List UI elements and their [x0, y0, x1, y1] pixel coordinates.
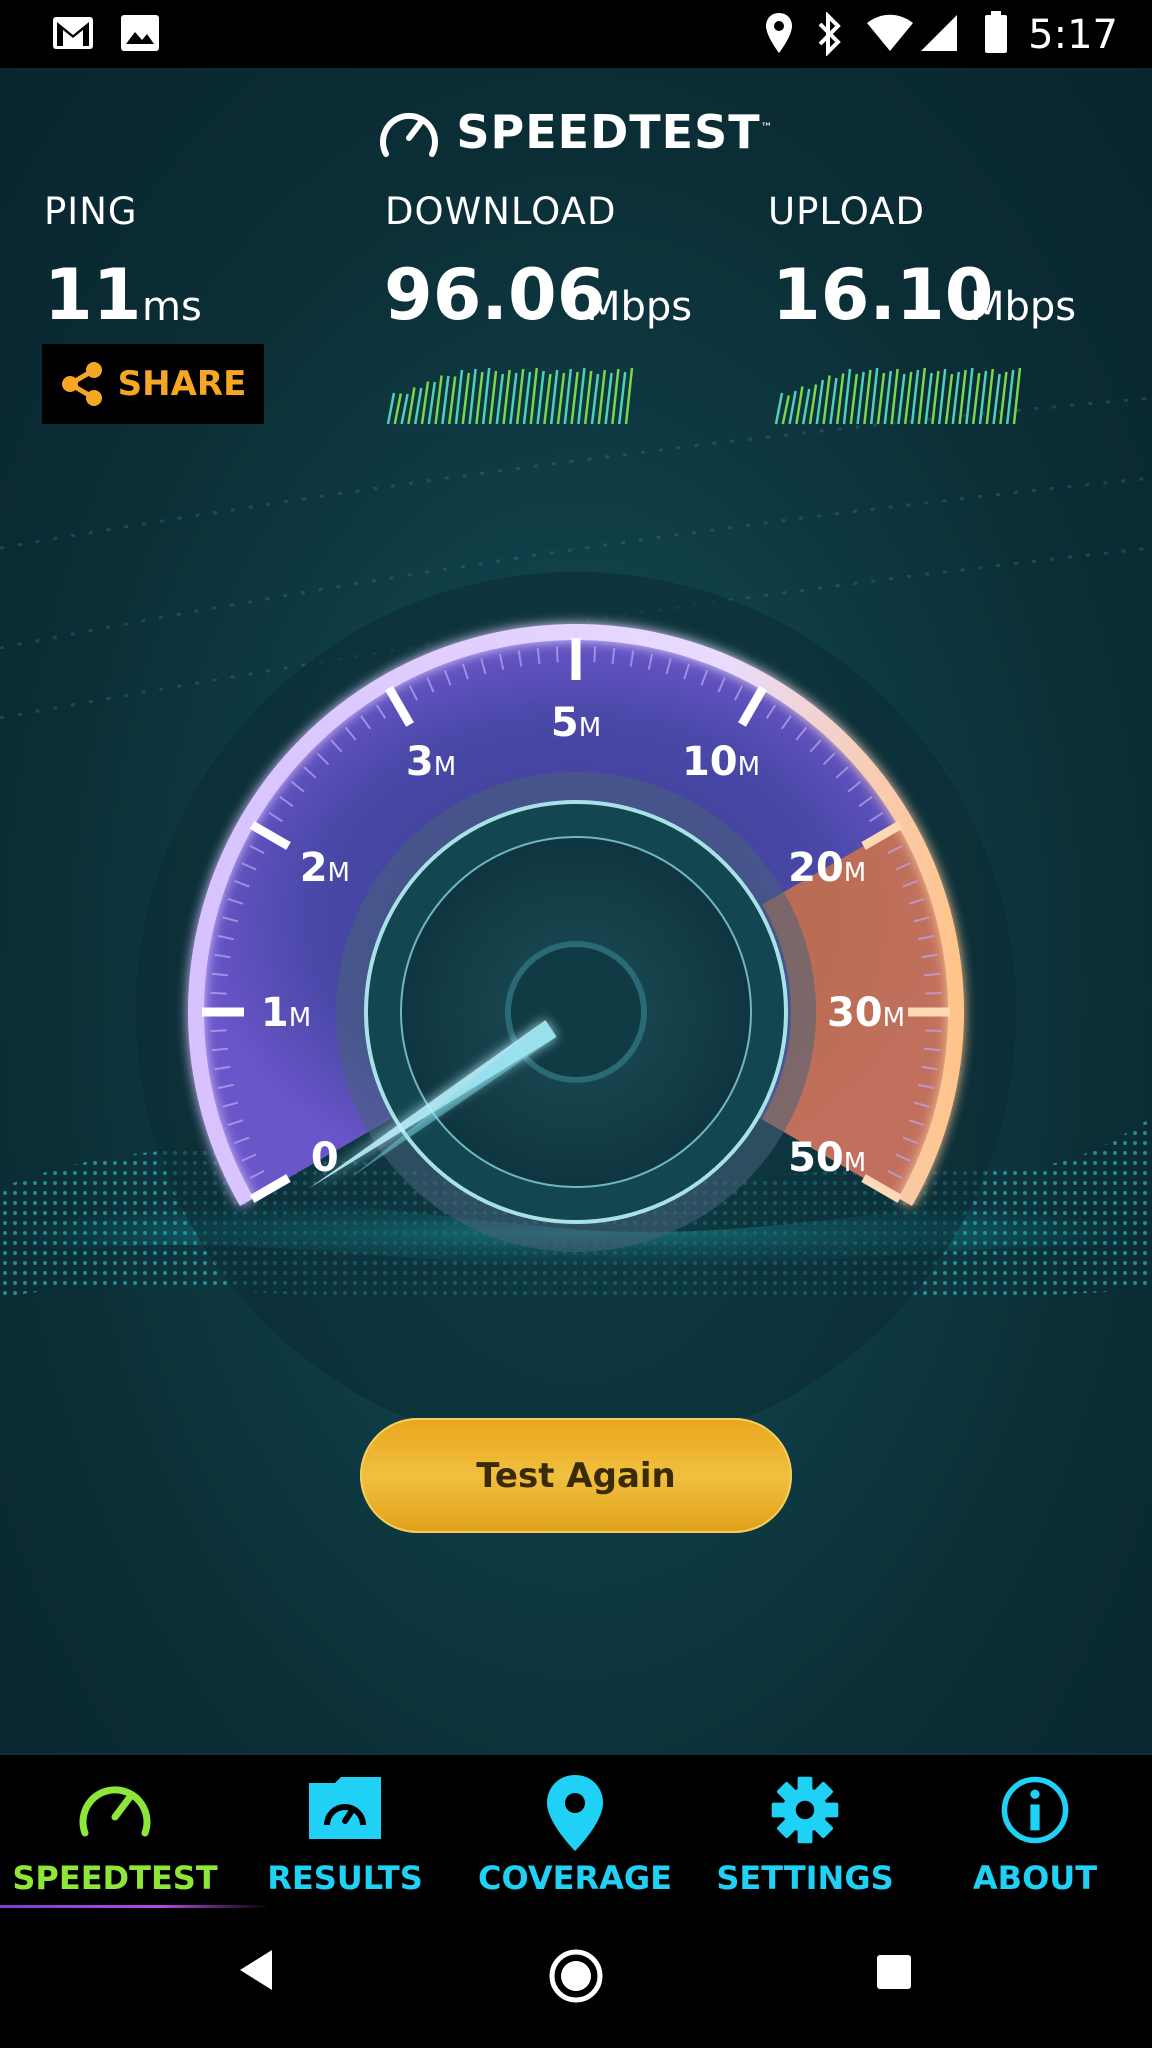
signal-icon	[921, 15, 957, 51]
bottom-tab-bar: SPEEDTEST RESULTS COVERAGE SETTINGS ABOU…	[0, 1753, 1152, 1910]
battery-icon	[985, 11, 1007, 53]
gauge-icon	[79, 1786, 151, 1837]
photo-icon	[121, 15, 159, 51]
tab-results[interactable]: RESULTS	[230, 1773, 460, 1903]
gmail-icon	[53, 17, 93, 49]
gauge-minor-tick	[210, 1029, 227, 1033]
gauge-minor-tick	[210, 991, 227, 995]
location-pin-icon	[547, 1775, 603, 1851]
tab-results-label: RESULTS	[267, 1859, 423, 1897]
tab-settings-label: SETTINGS	[716, 1859, 894, 1897]
results-folder-icon	[309, 1777, 381, 1839]
tab-speedtest[interactable]: SPEEDTEST	[0, 1773, 230, 1903]
gear-icon	[771, 1776, 839, 1844]
tab-settings[interactable]: SETTINGS	[690, 1773, 920, 1903]
test-again-button[interactable]: Test Again	[360, 1418, 792, 1533]
wifi-icon	[867, 14, 913, 51]
back-icon[interactable]	[238, 1948, 274, 1992]
tab-speedtest-label: SPEEDTEST	[12, 1859, 218, 1897]
gauge-center	[505, 941, 647, 1083]
info-icon	[1001, 1776, 1069, 1844]
gauge-minor-tick	[555, 646, 559, 663]
gauge-minor-tick	[925, 1029, 942, 1033]
gauge-minor-tick	[925, 991, 942, 995]
tab-coverage[interactable]: COVERAGE	[460, 1773, 690, 1903]
gauge-minor-tick	[593, 646, 597, 663]
gauge-tick-label: 0	[311, 1135, 339, 1181]
status-bar: 5:17	[0, 0, 1152, 68]
home-icon[interactable]	[548, 1948, 604, 2004]
clock: 5:17	[1028, 12, 1118, 58]
tab-about[interactable]: ABOUT	[920, 1773, 1150, 1903]
speedtest-screen: SPEEDTEST™ PING 11 ms DOWNLOAD 96.06 Mbp…	[0, 68, 1152, 1753]
android-nav-bar	[0, 1908, 1152, 2048]
tab-about-label: ABOUT	[972, 1859, 1098, 1897]
tab-coverage-label: COVERAGE	[478, 1859, 672, 1897]
recents-icon[interactable]	[876, 1954, 912, 1990]
location-icon	[766, 13, 792, 53]
bluetooth-icon	[818, 12, 841, 56]
test-again-label: Test Again	[476, 1455, 676, 1496]
